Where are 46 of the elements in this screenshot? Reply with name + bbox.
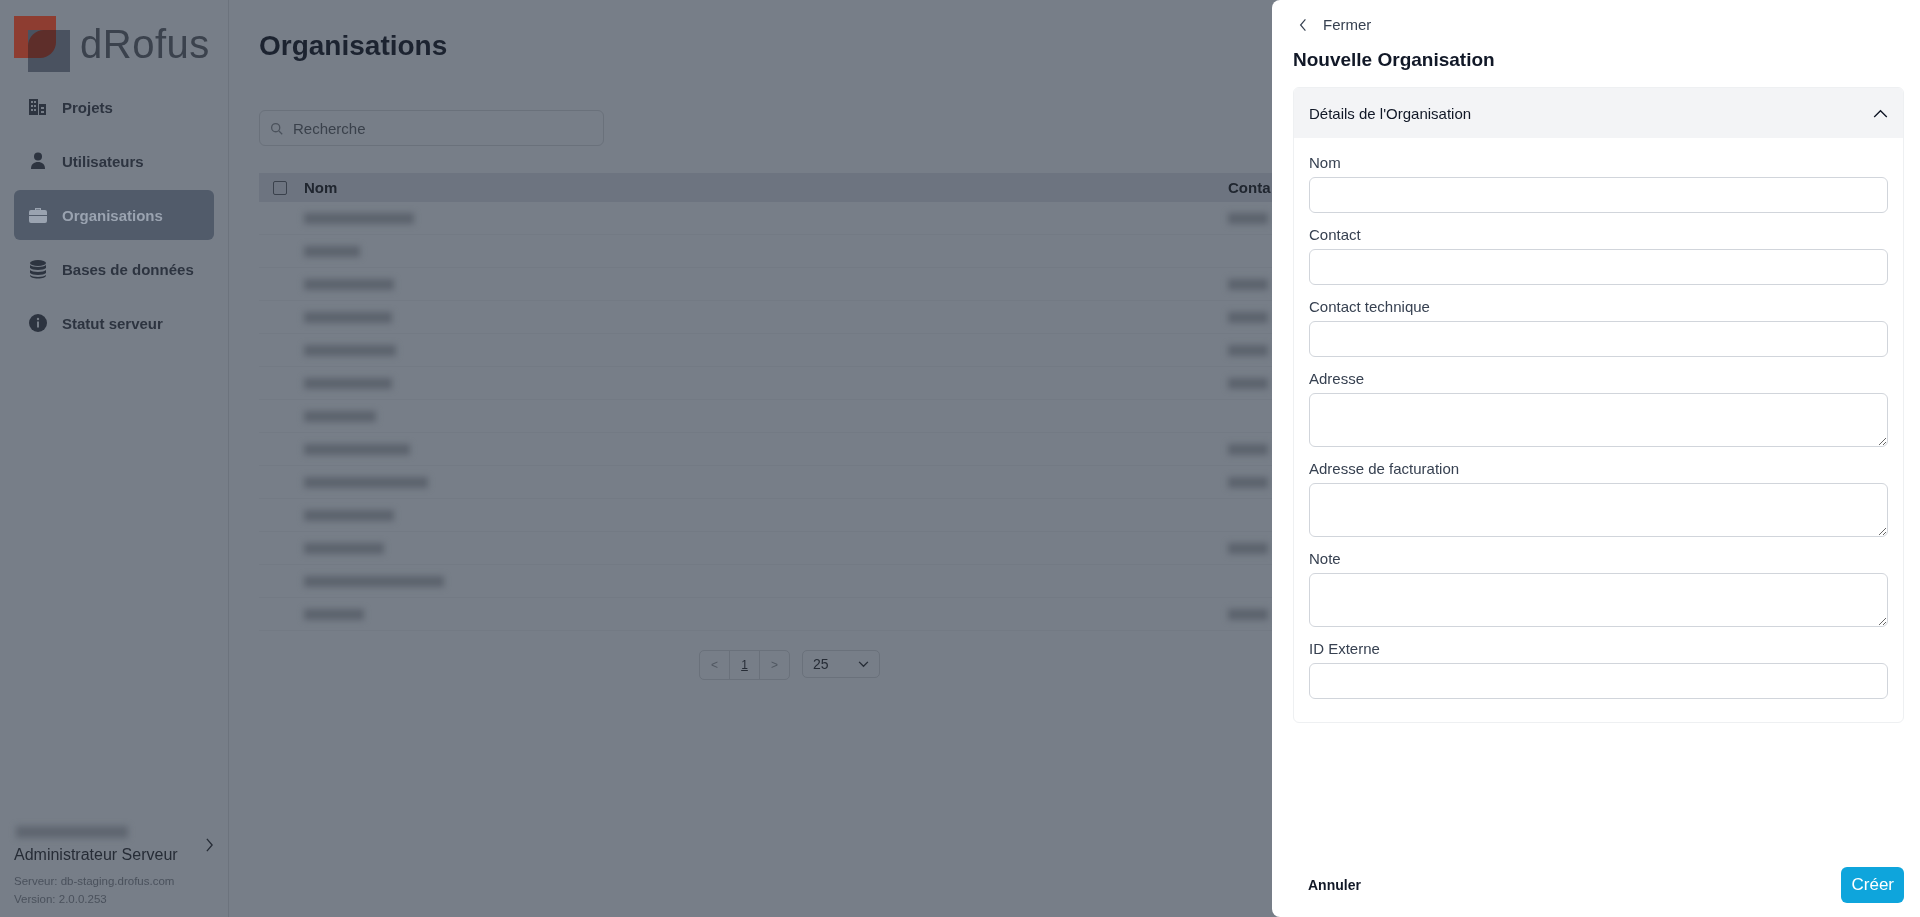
nav-item[interactable]: Organisations xyxy=(14,190,214,240)
nav-item[interactable]: Statut serveur xyxy=(14,298,214,348)
text-area[interactable] xyxy=(1309,573,1888,627)
chevron-up-icon xyxy=(1873,108,1888,118)
info-icon xyxy=(28,313,48,333)
close-button[interactable]: Fermer xyxy=(1293,16,1372,33)
input-field[interactable] xyxy=(1309,321,1888,357)
next-page-button[interactable]: > xyxy=(759,651,789,679)
text-area[interactable] xyxy=(1309,393,1888,447)
chevron-left-icon xyxy=(1299,17,1307,32)
nav-item[interactable]: Utilisateurs xyxy=(14,136,214,186)
chevron-right-icon xyxy=(205,838,214,852)
section-header[interactable]: Détails de l'Organisation xyxy=(1294,88,1903,138)
create-button[interactable]: Créer xyxy=(1841,867,1904,903)
field-label: Adresse de facturation xyxy=(1309,460,1461,477)
input-field[interactable] xyxy=(1309,249,1888,285)
search-field[interactable]: Recherche xyxy=(259,110,604,146)
text-area[interactable] xyxy=(1309,483,1888,537)
field-label: Contact technique xyxy=(1309,298,1431,315)
input-field[interactable] xyxy=(1309,663,1888,699)
column-header[interactable]: Nom xyxy=(304,179,338,196)
page-size-select[interactable]: 25 xyxy=(802,650,880,678)
search-icon xyxy=(270,121,283,135)
panel-title: Nouvelle Organisation xyxy=(1293,49,1496,72)
logo-text: dRofus xyxy=(80,21,210,67)
field-label: ID Externe xyxy=(1309,640,1381,657)
building-icon xyxy=(28,97,48,117)
nav-item[interactable]: Bases de données xyxy=(14,244,214,294)
user-role: Administrateur Serveur xyxy=(14,846,178,864)
select-all-checkbox[interactable] xyxy=(273,180,287,195)
briefcase-icon xyxy=(28,205,48,225)
page-button[interactable]: 1 xyxy=(729,651,759,679)
logo-icon xyxy=(14,16,70,72)
chevron-down-icon xyxy=(858,660,869,668)
database-icon xyxy=(28,259,48,279)
page-title: Organisations xyxy=(259,30,448,63)
person-icon xyxy=(28,151,48,171)
input-field[interactable] xyxy=(1309,177,1888,213)
nav-item[interactable]: Projets xyxy=(14,82,214,132)
field-label: Contact xyxy=(1309,226,1362,243)
field-label: Nom xyxy=(1309,154,1342,171)
search-input[interactable]: Recherche xyxy=(291,118,593,138)
cancel-button[interactable]: Annuler xyxy=(1308,877,1361,893)
field-label: Adresse xyxy=(1309,370,1366,387)
previous-page-button[interactable]: < xyxy=(700,651,729,679)
field-label: Note xyxy=(1309,550,1342,567)
